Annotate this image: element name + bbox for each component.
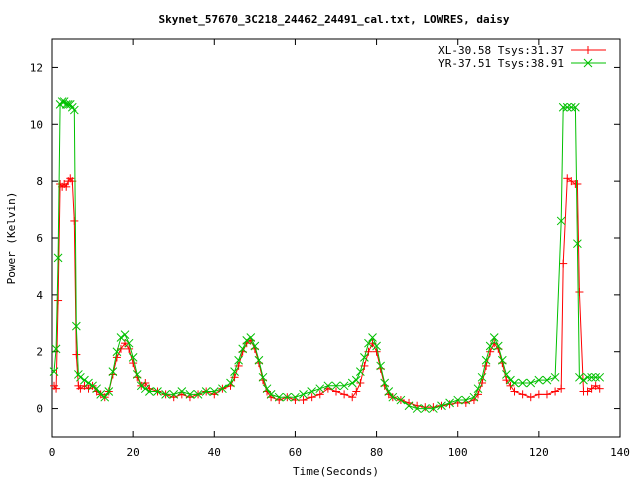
y-tick-label: 0: [36, 403, 43, 416]
x-tick-label: 0: [49, 446, 56, 459]
series-point: [526, 393, 535, 402]
series-point: [70, 216, 79, 225]
legend-label: YR-37.51 Tsys:38.91: [438, 57, 564, 70]
series-1: [50, 174, 604, 412]
chart-title: Skynet_57670_3C218_24462_24491_cal.txt, …: [159, 13, 510, 26]
x-tick-label: 40: [208, 446, 221, 459]
series-point: [584, 46, 592, 54]
series-point: [559, 259, 568, 268]
x-tick-label: 20: [127, 446, 140, 459]
series-point: [351, 375, 361, 385]
series-point: [575, 288, 584, 297]
series-point: [340, 390, 349, 399]
series-point: [120, 330, 130, 340]
x-tick-label: 140: [610, 446, 630, 459]
series-point: [542, 390, 551, 399]
series-point: [352, 387, 361, 396]
x-tick-label: 120: [529, 446, 549, 459]
x-tick-label: 60: [289, 446, 302, 459]
y-tick-label: 8: [36, 175, 43, 188]
y-tick-label: 12: [30, 61, 43, 74]
y-tick-label: 6: [36, 232, 43, 245]
series-point: [421, 403, 430, 412]
series-line: [53, 101, 600, 410]
series-layer: [49, 97, 605, 413]
y-axis-label: Power (Kelvin): [5, 192, 18, 285]
legend-label: XL-30.58 Tsys:31.37: [438, 44, 564, 57]
y-axis: 0 2 4 6 8 10 12: [30, 61, 620, 416]
y-tick-label: 10: [30, 118, 43, 131]
series-point: [116, 333, 126, 342]
x-tick-label: 100: [448, 446, 468, 459]
series-point: [72, 350, 81, 359]
x-axis: 0 20 40 60 80 100 120 140: [49, 39, 630, 459]
x-axis-label: Time(Seconds): [293, 465, 379, 478]
series-point: [348, 393, 357, 402]
series-point: [534, 390, 543, 399]
series-point: [54, 296, 63, 305]
legend: XL-30.58 Tsys:31.37YR-37.51 Tsys:38.91: [438, 44, 606, 70]
series-point: [347, 378, 357, 388]
y-tick-label: 4: [36, 289, 43, 302]
y-tick-label: 2: [36, 346, 43, 359]
x-tick-label: 80: [370, 446, 383, 459]
series-point: [356, 378, 365, 387]
series-point: [518, 390, 527, 399]
series-point: [510, 387, 519, 396]
chart: Skynet_57670_3C218_24462_24491_cal.txt, …: [5, 13, 630, 478]
